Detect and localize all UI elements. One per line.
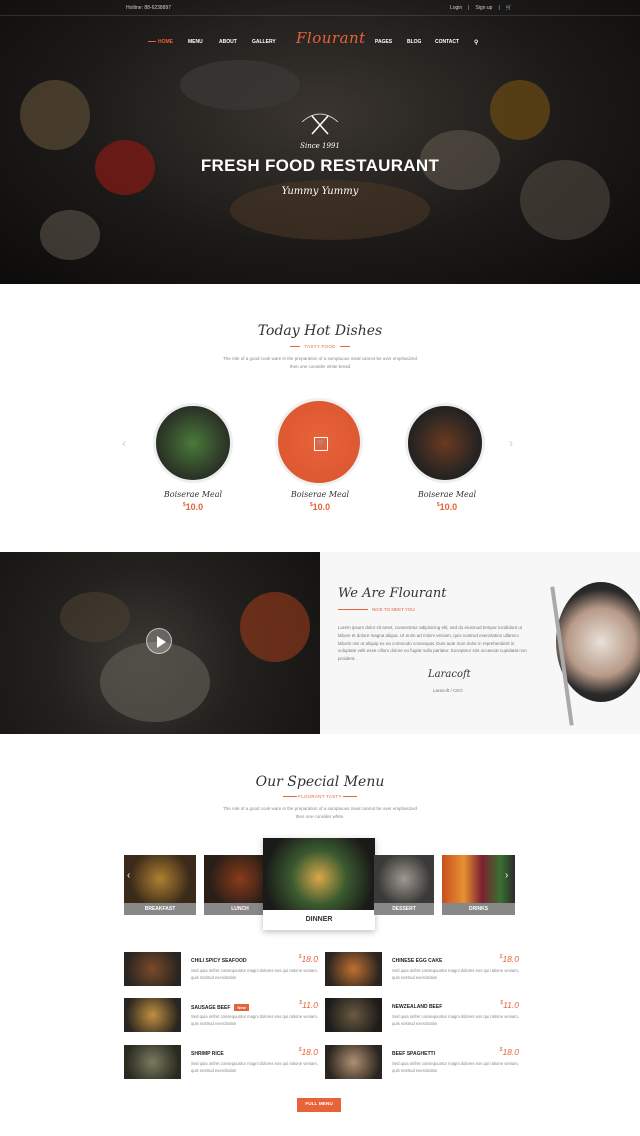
- hotline-text: Hotline: 88-6238897: [126, 5, 172, 11]
- menu-item-name: CHINESE EGG CAKE: [392, 958, 443, 964]
- dish-price: $10.0: [182, 502, 204, 512]
- divider: [338, 609, 368, 610]
- menu-item-image: [124, 952, 181, 986]
- dish-image[interactable]: [405, 403, 485, 483]
- tab-breakfast[interactable]: BREAKFAST ‹: [124, 855, 196, 915]
- special-description: The role of a good cook ware in the prep…: [222, 806, 418, 819]
- about-subtitle: NICE TO MEET YOU: [372, 607, 415, 612]
- divider: [343, 796, 357, 797]
- menu-item-desc: Sed quia onfret consequuntur magni dolor…: [191, 1061, 318, 1073]
- menu-item-name: NEWZEALAND BEEF: [392, 1004, 443, 1010]
- menu-item-price: $18.0: [298, 1047, 318, 1057]
- dish-image[interactable]: [153, 403, 233, 483]
- chevron-left-icon[interactable]: ‹: [127, 870, 130, 881]
- menu-item[interactable]: BEEF SPAGHETTI $18.0 Sed quia onfret con…: [325, 1045, 519, 1081]
- special-subtitle: FLOURANT TASTY: [298, 794, 342, 799]
- menu-item-image: [325, 952, 382, 986]
- jar-image: [20, 80, 90, 150]
- chevron-left-icon[interactable]: ‹: [122, 436, 126, 450]
- menu-item-desc: Sed quia onfret consequuntur magni dolor…: [191, 968, 318, 980]
- about-text: Lorem ipsum dolor sit amet, consectetur …: [338, 625, 527, 662]
- tab-dessert[interactable]: DESSERT: [374, 855, 434, 915]
- cart-icon[interactable]: 🛒: [506, 5, 512, 11]
- active-indicator: [148, 41, 156, 42]
- login-link[interactable]: Login: [450, 5, 462, 11]
- menu-item-desc: Sed quia onfret consequuntur magni dolor…: [392, 1061, 519, 1073]
- dish-name: Boiserae Meal: [290, 490, 350, 499]
- menu-item[interactable]: NEWZEALAND BEEF $11.0 Sed quia onfret co…: [325, 998, 519, 1034]
- tab-drinks[interactable]: DRINKS ›: [442, 855, 515, 915]
- menu-item-price: $18.0: [499, 1047, 519, 1057]
- menu-item-image: [124, 998, 181, 1032]
- signature: Laracoft: [428, 669, 471, 680]
- garlic-image: [40, 210, 100, 260]
- hot-description: The role of a good cook ware in the prep…: [222, 356, 418, 369]
- hero-banner: Hotline: 88-6238897 Login | Sign up | 🛒 …: [0, 0, 640, 284]
- menu-item[interactable]: SAUSAGE BEEF New $11.0 Sed quia onfret co…: [124, 998, 318, 1034]
- new-badge: New: [234, 1004, 249, 1011]
- menu-item-name: CHILI SPICY SEAFOOD: [191, 958, 247, 964]
- menu-item-name: BEEF SPAGHETTI: [392, 1051, 435, 1057]
- pepper-image-right: [490, 80, 550, 140]
- menu-item-image: [325, 1045, 382, 1079]
- menu-item-price: $18.0: [298, 954, 318, 964]
- since-text: Since 1991: [300, 142, 340, 150]
- nav-gallery[interactable]: GALLERY: [252, 39, 276, 45]
- nav-menu[interactable]: MENU: [188, 39, 203, 45]
- dish-name: Boiserae Meal: [163, 490, 223, 499]
- hero-title: FRESH FOOD RESTAURANT: [200, 156, 440, 175]
- divider: |: [498, 5, 500, 11]
- dish-price: $10.0: [309, 502, 331, 512]
- menu-item-desc: Sed quia onfret consequuntur magni dolor…: [392, 968, 519, 980]
- cart-icon[interactable]: 🛒: [314, 437, 328, 451]
- menu-item[interactable]: CHINESE EGG CAKE $18.0 Sed quia onfret c…: [325, 952, 519, 988]
- logo[interactable]: Flourant: [296, 29, 366, 47]
- hot-subtitle: TASTY FOOD: [304, 344, 336, 349]
- menu-item-desc: Sed quia onfret consequuntur magni dolor…: [392, 1014, 519, 1026]
- nav-contact[interactable]: CONTACT: [435, 39, 459, 45]
- divider: [340, 346, 350, 347]
- signup-link[interactable]: Sign up: [475, 5, 492, 11]
- nav-blog[interactable]: BLOG: [407, 39, 421, 45]
- chevron-right-icon[interactable]: ›: [505, 870, 508, 881]
- account-links: Login | Sign up | 🛒: [450, 5, 512, 11]
- cutlery-emblem-icon: [301, 113, 339, 135]
- nav-pages[interactable]: PAGES: [375, 39, 392, 45]
- menu-item-name: SHRIMP RICE: [191, 1051, 224, 1057]
- menu-item[interactable]: SHRIMP RICE $18.0 Sed quia onfret conseq…: [124, 1045, 318, 1081]
- plate-image: [556, 582, 640, 702]
- ceo-caption: Laracoft / CEO: [433, 688, 463, 693]
- full-menu-button[interactable]: FULL MENU: [297, 1098, 341, 1112]
- search-icon[interactable]: ⚲: [474, 39, 478, 46]
- chevron-right-icon[interactable]: ›: [509, 436, 513, 450]
- nav-about[interactable]: ABOUT: [219, 39, 237, 45]
- play-button[interactable]: [146, 628, 172, 654]
- fish-image: [180, 60, 300, 110]
- menu-item-price: $11.0: [299, 1000, 318, 1010]
- dish-price: $10.0: [436, 502, 458, 512]
- menu-item-price: $11.0: [500, 1000, 519, 1010]
- dish-image-active[interactable]: 🛒: [275, 398, 363, 486]
- menu-item-price: $18.0: [499, 954, 519, 964]
- menu-item-desc: Sed quia onfret consequuntur magni dolor…: [191, 1014, 318, 1026]
- nav-home[interactable]: HOME: [158, 39, 173, 45]
- about-panel: We Are Flourant NICE TO MEET YOU Lorem i…: [320, 552, 640, 734]
- hot-title: Today Hot Dishes: [257, 323, 383, 339]
- about-title: We Are Flourant: [338, 586, 447, 601]
- hero-tagline: Yummy Yummy: [281, 186, 359, 197]
- menu-item-image: [124, 1045, 181, 1079]
- divider: |: [468, 5, 470, 11]
- menu-item-name: SAUSAGE BEEF New: [191, 1004, 249, 1011]
- tab-dinner[interactable]: DINNER: [263, 838, 375, 930]
- top-bar: Hotline: 88-6238897 Login | Sign up | 🛒: [0, 0, 640, 16]
- menu-item-image: [325, 998, 382, 1032]
- menu-item[interactable]: CHILI SPICY SEAFOOD $18.0 Sed quia onfre…: [124, 952, 318, 988]
- special-title: Our Special Menu: [255, 774, 385, 790]
- dish-name: Boiserae Meal: [417, 490, 477, 499]
